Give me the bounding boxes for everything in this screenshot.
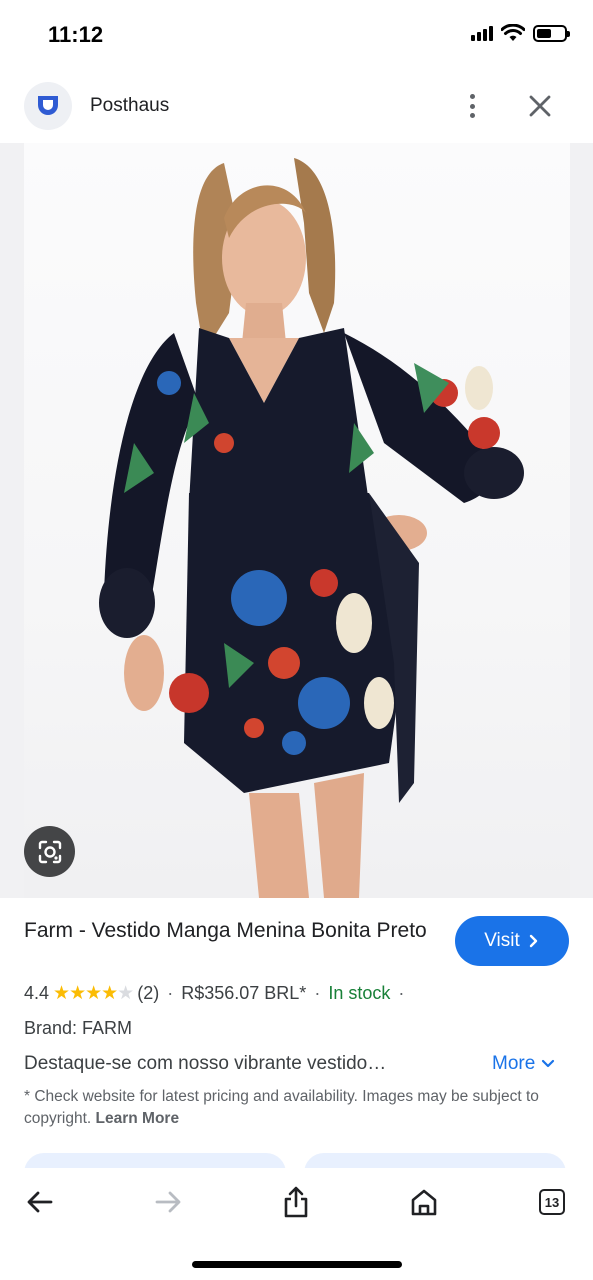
stock-status: In stock: [328, 983, 391, 1003]
more-button-label: More: [492, 1053, 536, 1074]
product-photo[interactable]: [24, 143, 570, 898]
home-button[interactable]: [404, 1182, 444, 1222]
share-icon: [284, 1186, 308, 1218]
separator-dot: ·: [398, 983, 405, 1003]
disclaimer-text: * Check website for latest pricing and a…: [24, 1086, 544, 1130]
separator-dot: ·: [314, 983, 321, 1003]
more-button[interactable]: More: [492, 1053, 555, 1075]
rating-price-row: 4.4 ★★★★★ (2) · R$356.07 BRL* · In stock…: [24, 982, 584, 1005]
share-button[interactable]: [276, 1182, 316, 1222]
product-title[interactable]: Farm - Vestido Manga Menina Bonita Preto: [24, 916, 434, 945]
close-icon[interactable]: [524, 90, 556, 122]
lens-search-button[interactable]: [24, 826, 75, 877]
cellular-signal-icon: [471, 25, 493, 41]
more-vert-icon[interactable]: [460, 92, 484, 120]
site-name[interactable]: Posthaus: [90, 95, 169, 117]
chevron-right-icon: [529, 934, 537, 948]
product-image-area: [0, 143, 593, 898]
home-indicator: [192, 1261, 402, 1268]
status-time: 11:12: [48, 22, 104, 47]
back-button[interactable]: [20, 1182, 60, 1222]
product-description: Destaque-se com nosso vibrante vestido…: [24, 1053, 387, 1074]
forward-arrow-icon: [155, 1191, 181, 1213]
price: R$356.07 BRL*: [181, 983, 307, 1003]
tab-count-icon: 13: [539, 1189, 565, 1215]
lens-icon: [38, 840, 61, 863]
visit-button-label: Visit: [484, 930, 520, 951]
rating-stars-icon: ★★★★★: [53, 982, 134, 1005]
status-icons: [471, 24, 570, 42]
separator-dot: ·: [167, 983, 174, 1003]
wifi-icon: [501, 24, 525, 41]
rating-value: 4.4: [24, 983, 50, 1003]
home-icon: [411, 1189, 437, 1216]
chevron-down-icon: [542, 1059, 555, 1068]
forward-button[interactable]: [148, 1182, 188, 1222]
brand-label: Brand: FARM: [24, 1018, 133, 1038]
review-count[interactable]: (2): [137, 983, 159, 1004]
tabs-button[interactable]: 13: [532, 1182, 572, 1222]
site-header: Posthaus: [0, 74, 593, 138]
browser-toolbar: 13: [0, 1168, 593, 1238]
posthaus-logo-icon[interactable]: [24, 82, 72, 130]
rating-star-partial: ★: [117, 983, 134, 1004]
back-arrow-icon: [27, 1191, 53, 1213]
rating-stars-filled: ★★★★: [53, 983, 118, 1004]
status-bar: 11:12: [0, 0, 593, 70]
battery-icon: [533, 24, 570, 42]
visit-button[interactable]: Visit: [455, 916, 569, 966]
dress-illustration: [99, 158, 524, 898]
learn-more-link[interactable]: Learn More: [96, 1110, 180, 1127]
